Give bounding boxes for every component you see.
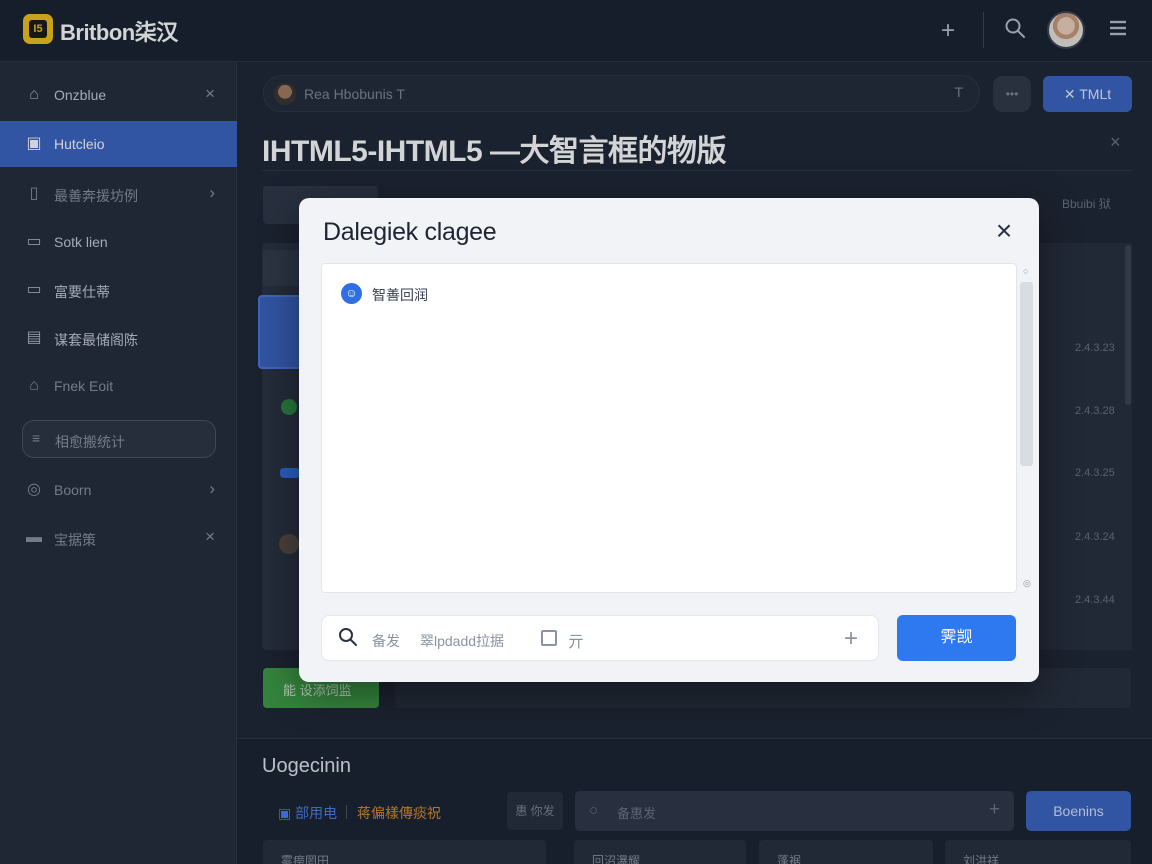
input-placeholder: 翠lpdadd拉据 [420,633,505,649]
scroll-up-icon[interactable]: ○ [1023,266,1028,276]
dialog-content: ☺ 智善回润 [321,263,1017,593]
submit-button[interactable]: 霁觊 [897,615,1016,661]
message-text: 智善回润 [372,287,428,303]
smile-icon: ☺ [341,283,362,304]
add-icon[interactable]: + [844,625,858,653]
message-input[interactable]: 备发 翠lpdadd拉据 亓 + [321,615,879,661]
input-aux[interactable]: 亓 [568,628,584,652]
search-icon [338,627,358,653]
close-icon[interactable]: × [989,216,1019,246]
scrollbar-thumb[interactable] [1020,282,1033,466]
input-prefix: 备发 [372,633,400,649]
scroll-down-icon[interactable]: ◎ [1023,578,1031,589]
attach-icon[interactable] [541,630,557,646]
dialog-title: Dalegiek clagee [323,218,497,246]
dialog: Dalegiek clagee × ☺ 智善回润 ○ ◎ 备发 翠lpdadd拉… [299,198,1039,682]
